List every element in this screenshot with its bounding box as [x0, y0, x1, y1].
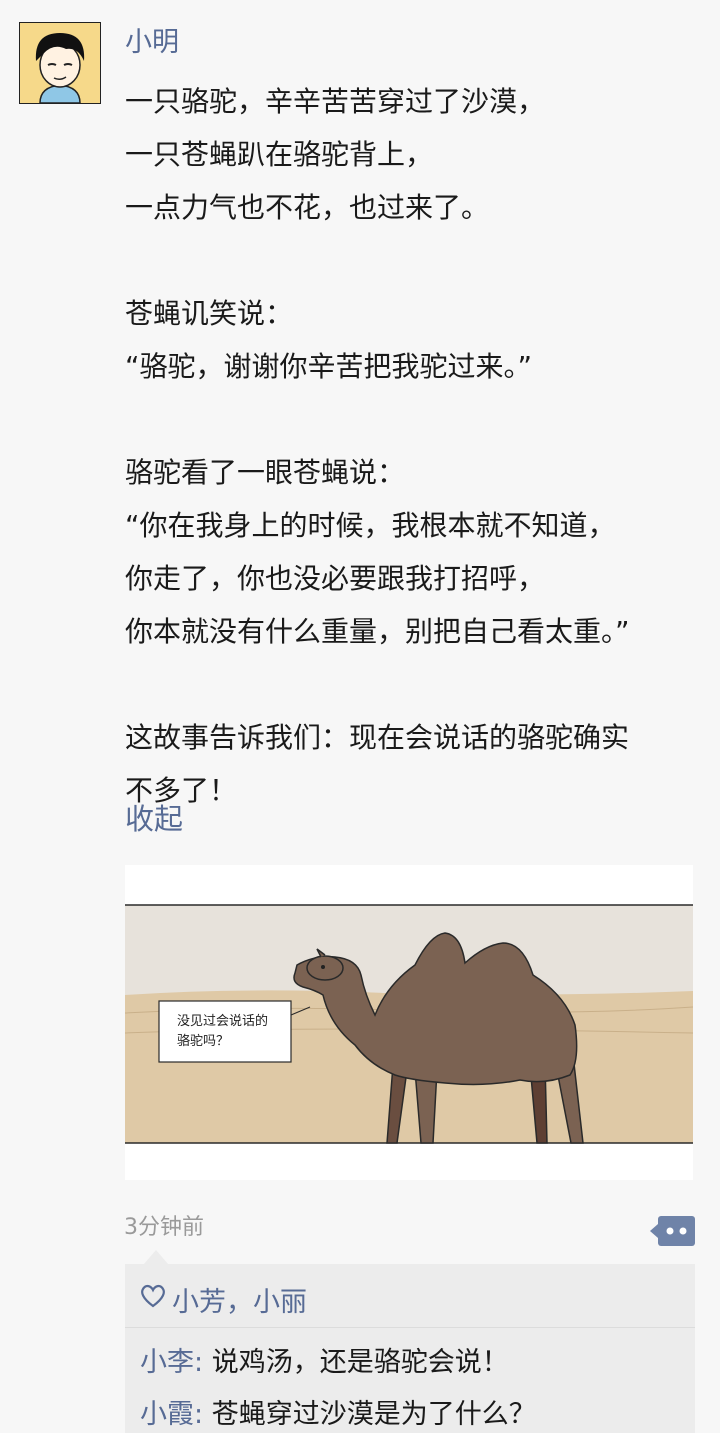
comment-text: 说鸡汤，还是骆驼会说！ — [203, 1347, 509, 1378]
likes-row: 小芳，小丽 — [140, 1280, 307, 1319]
post-image-camel-comic[interactable]: 没见过会说话的 骆驼吗？ — [125, 865, 693, 1180]
comment-dots-icon[interactable] — [650, 1216, 695, 1246]
comment-author[interactable]: 小霞 — [140, 1399, 194, 1430]
comment-author[interactable]: 小李 — [140, 1347, 194, 1378]
comments-pointer — [144, 1250, 168, 1264]
comment-text: 苍蝇穿过沙漠是为了什么？ — [203, 1399, 536, 1430]
comic-speech-bubble: 没见过会说话的 骆驼吗？ — [177, 1014, 269, 1049]
collapse-link[interactable]: 收起 — [125, 796, 183, 838]
heart-outline-icon — [140, 1284, 166, 1315]
cartoon-boy-avatar-icon — [20, 23, 100, 103]
divider — [125, 1327, 695, 1328]
comment-item[interactable]: 小霞: 苍蝇穿过沙漠是为了什么？ — [140, 1392, 536, 1431]
comment-separator: : — [194, 1399, 204, 1430]
post-text: 一只骆驼，辛辛苦苦穿过了沙漠， 一只苍蝇趴在骆驼背上， 一点力气也不花，也过来了… — [125, 85, 630, 807]
likes-names[interactable]: 小芳，小丽 — [172, 1280, 307, 1319]
avatar[interactable] — [19, 22, 101, 104]
post-timestamp: 3分钟前 — [124, 1215, 204, 1240]
post-author-name[interactable]: 小明 — [125, 20, 179, 59]
comment-separator: : — [194, 1347, 204, 1378]
comment-item[interactable]: 小李: 说鸡汤，还是骆驼会说！ — [140, 1340, 509, 1379]
comments-panel: 小芳，小丽 小李: 说鸡汤，还是骆驼会说！ 小霞: 苍蝇穿过沙漠是为了什么？ — [125, 1264, 695, 1433]
